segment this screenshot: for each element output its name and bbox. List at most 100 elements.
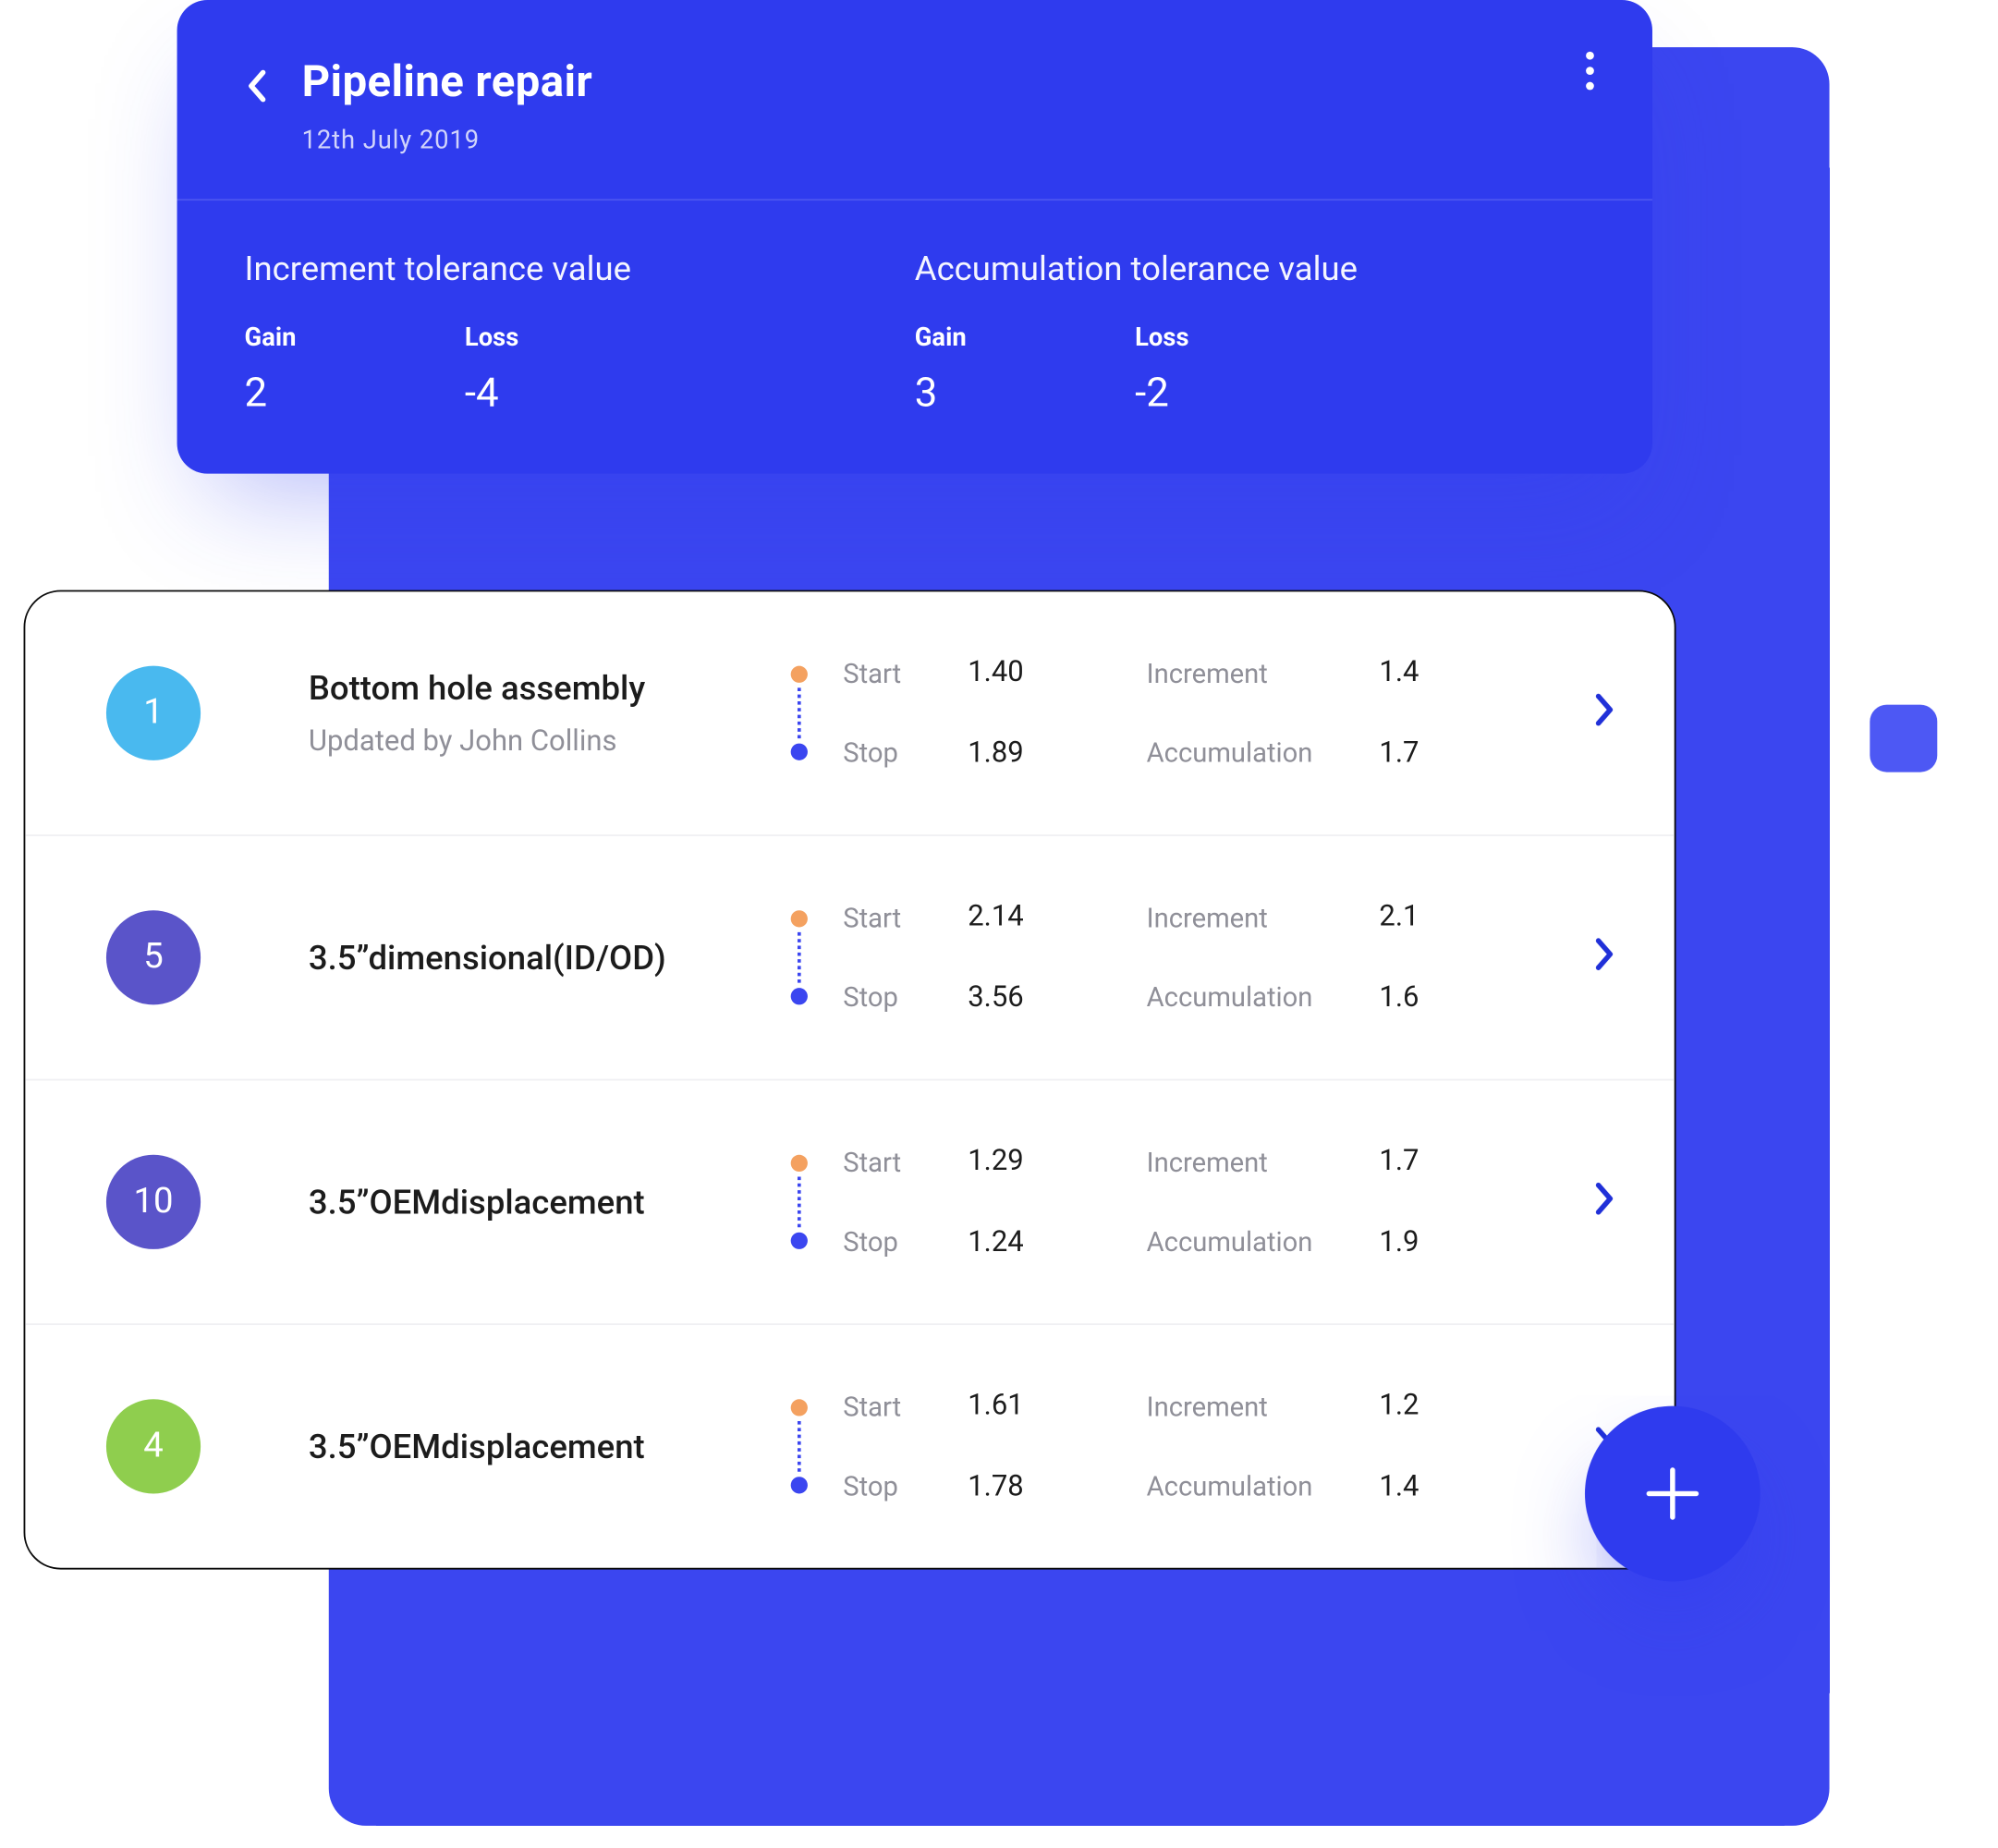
header-card: Pipeline repair 12th July 2019 Increment… [177, 0, 1652, 474]
start-stop-values: 1.29 1.24 [968, 1145, 1086, 1259]
stop-value: 1.89 [968, 736, 1086, 770]
start-dot-icon [791, 1399, 808, 1416]
start-stop-values: 2.14 3.56 [968, 900, 1086, 1015]
page-date: 12th July 2019 [302, 125, 593, 155]
accumulation-gain-label: Gain [915, 322, 967, 352]
start-stop-labels: Start Stop [843, 1147, 944, 1258]
start-stop-labels: Start Stop [843, 902, 944, 1013]
plus-icon [1639, 1460, 1706, 1527]
increment-accumulation-values: 1.2 1.4 [1379, 1389, 1463, 1503]
stop-label: Stop [843, 736, 944, 769]
increment-accumulation-labels: Increment Accumulation [1147, 1391, 1366, 1502]
timeline-line [798, 932, 801, 983]
start-label: Start [843, 658, 944, 690]
increment-value: 1.7 [1379, 1145, 1463, 1178]
increment-accumulation-labels: IncrementAccumulation [1147, 658, 1366, 769]
start-stop-labels: Start Stop [843, 1391, 944, 1502]
accumulation-label: Accumulation [1147, 981, 1313, 1014]
accumulation-tolerance-block: Accumulation tolerance value Gain 3 Loss… [915, 248, 1585, 416]
accumulation-gain-value: 3 [915, 370, 967, 417]
row-open-button[interactable] [1593, 1180, 1617, 1223]
chevron-left-icon [245, 67, 272, 104]
start-label: Start [843, 902, 944, 934]
items-list-card: 1 Bottom hole assembly Updated by John Col… [24, 590, 1676, 1570]
background-side-tab [1870, 705, 1937, 772]
accumulation-label: Accumulation [1147, 1225, 1313, 1258]
item-badge: 5 [106, 910, 201, 1004]
increment-accumulation-values: 2.1 1.6 [1379, 900, 1463, 1015]
start-value: 1.61 [968, 1389, 1086, 1422]
item-subtitle: Updated by John Collins [309, 725, 773, 759]
stop-value: 3.56 [968, 981, 1086, 1015]
item-main: 3.5”OEMdisplacement [309, 1182, 773, 1222]
increment-tolerance-title: Increment tolerance value [245, 248, 915, 288]
timeline-line [798, 687, 801, 738]
start-stop-values: 1.61 1.78 [968, 1389, 1086, 1503]
increment-accumulation-values: 1.41.7 [1379, 656, 1463, 771]
item-title: 3.5”OEMdisplacement [309, 1182, 773, 1222]
row-open-button[interactable] [1593, 936, 1617, 979]
item-main: Bottom hole assembly Updated by John Coll… [309, 667, 773, 759]
start-label: Start [843, 1147, 944, 1179]
item-badge: 1 [106, 666, 201, 760]
list-item[interactable]: 4 3.5”OEMdisplacement Start Stop 1.61 1.78 Inc… [25, 1323, 1674, 1568]
row-open-button[interactable] [1593, 691, 1617, 735]
timeline-indicator [773, 1399, 826, 1493]
start-label: Start [843, 1391, 944, 1423]
list-item[interactable]: 10 3.5”OEMdisplacement Start Stop 1.29 1.24 In… [25, 1079, 1674, 1324]
stop-dot-icon [791, 744, 808, 760]
increment-loss-value: -4 [465, 370, 518, 417]
list-item[interactable]: 5 3.5”dimensional(ID/OD) Start Stop 2.14 3.56… [25, 834, 1674, 1079]
stop-value: 1.24 [968, 1225, 1086, 1258]
more-button[interactable] [1585, 51, 1595, 98]
increment-label: Increment [1147, 1391, 1268, 1423]
start-value: 2.14 [968, 900, 1086, 933]
list-item[interactable]: 1 Bottom hole assembly Updated by John Col… [25, 591, 1674, 834]
back-button[interactable] [245, 67, 272, 111]
increment-accumulation-labels: Increment Accumulation [1147, 1147, 1366, 1258]
stop-label: Stop [843, 981, 944, 1014]
stop-dot-icon [791, 1477, 808, 1493]
increment-tolerance-block: Increment tolerance value Gain 2 Loss -4 [245, 248, 915, 416]
stop-dot-icon [791, 1233, 808, 1249]
item-main: 3.5”dimensional(ID/OD) [309, 937, 773, 978]
timeline-line [798, 1421, 801, 1472]
timeline-line [798, 1176, 801, 1227]
timeline-indicator [773, 1155, 826, 1249]
accumulation-loss-value: -2 [1135, 370, 1188, 417]
chevron-right-icon [1593, 691, 1617, 728]
increment-value: 2.1 [1379, 900, 1463, 933]
increment-accumulation-labels: IncrementAccumulation [1147, 902, 1366, 1013]
start-value: 1.29 [968, 1145, 1086, 1178]
start-stop-labels: Start Stop [843, 658, 944, 769]
item-title: 3.5”dimensional(ID/OD) [309, 937, 773, 978]
start-dot-icon [791, 910, 808, 927]
accumulation-value: 1.6 [1379, 981, 1463, 1015]
chevron-right-icon [1593, 1180, 1617, 1217]
stop-dot-icon [791, 988, 808, 1004]
increment-gain-value: 2 [245, 370, 297, 417]
increment-loss-label: Loss [465, 322, 518, 352]
item-title: Bottom hole assembly [309, 667, 773, 708]
increment-accumulation-values: 1.71.9 [1379, 1145, 1463, 1259]
start-stop-values: 1.40 1.89 [968, 656, 1086, 771]
accumulation-loss-label: Loss [1135, 322, 1188, 352]
increment-label: Increment [1147, 658, 1268, 690]
start-value: 1.40 [968, 656, 1086, 689]
stop-label: Stop [843, 1225, 944, 1258]
accumulation-tolerance-title: Accumulation tolerance value [915, 248, 1585, 288]
timeline-indicator [773, 910, 826, 1004]
timeline-indicator [773, 666, 826, 760]
accumulation-value: 1.4 [1379, 1470, 1463, 1503]
stop-value: 1.78 [968, 1470, 1086, 1503]
accumulation-value: 1.7 [1379, 736, 1463, 770]
item-badge: 4 [106, 1399, 201, 1493]
stop-label: Stop [843, 1470, 944, 1502]
add-fab-button[interactable] [1585, 1406, 1760, 1582]
increment-value: 1.2 [1379, 1389, 1463, 1422]
accumulation-label: Accumulation [1147, 1470, 1313, 1502]
item-badge: 10 [106, 1155, 201, 1249]
increment-gain-label: Gain [245, 322, 297, 352]
increment-label: Increment [1147, 1147, 1268, 1179]
item-main: 3.5”OEMdisplacement [309, 1427, 773, 1467]
